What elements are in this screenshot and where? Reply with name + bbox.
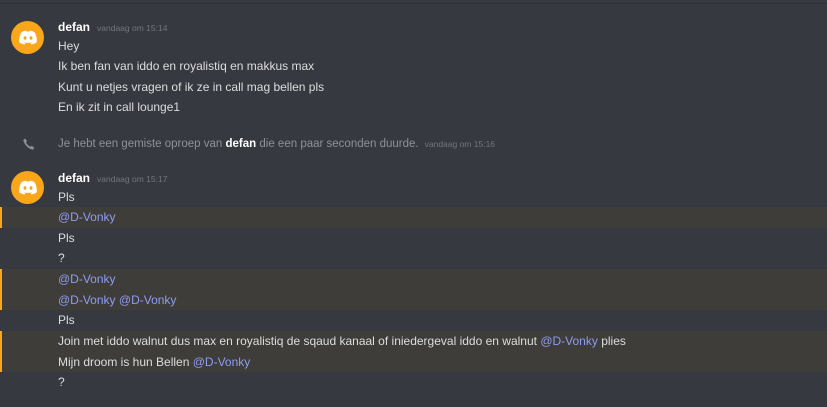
missed-call-suffix: die een paar seconden duurde. <box>259 138 419 150</box>
user-mention[interactable]: @D-Vonky <box>193 355 251 369</box>
timestamp: vandaag om 15:16 <box>424 139 496 149</box>
message-text: ? <box>58 375 65 389</box>
user-mention[interactable]: @D-Vonky <box>58 293 116 307</box>
message-line: Pls <box>0 228 827 249</box>
message-line: ? <box>0 248 827 269</box>
message-text: plies <box>601 334 626 348</box>
phone-missed-icon <box>23 138 35 150</box>
message-line: Pls <box>0 187 827 208</box>
message-text: Pls <box>58 189 75 204</box>
user-mention[interactable]: @D-Vonky <box>119 293 177 307</box>
missed-call-prefix: Je hebt een gemiste oproep van <box>58 138 223 150</box>
user-mention[interactable]: @D-Vonky <box>540 334 598 348</box>
message-text: ? <box>58 251 65 265</box>
message-line: Hey <box>0 36 827 57</box>
message-line: Pls <box>0 310 827 331</box>
user-mention[interactable]: @D-Vonky <box>58 210 116 224</box>
message-line-mentioned: Join met iddo walnut dus max en royalist… <box>0 331 827 352</box>
message-text: Join met iddo walnut dus max en royalist… <box>58 334 537 348</box>
timestamp: vandaag om 15:14 <box>97 23 168 33</box>
message-text: Pls <box>58 230 75 245</box>
message-line-mentioned: @D-Vonky @D-Vonky <box>0 289 827 310</box>
caller-name[interactable]: defan <box>226 138 257 150</box>
user-mention[interactable]: @D-Vonky <box>58 272 116 286</box>
message-text: Mijn droom is hun Bellen <box>58 354 190 369</box>
message-text: Pls <box>58 313 75 327</box>
message-line: En ik zit in call lounge1 <box>0 97 827 118</box>
message-line: Kunt u netjes vragen of ik ze in call ma… <box>0 77 827 98</box>
message-line-mentioned: @D-Vonky <box>0 207 827 228</box>
message-line: ? <box>0 372 827 393</box>
message-line: Ik ben fan van iddo en royalistiq en mak… <box>0 56 827 77</box>
message-text: En ik zit in call lounge1 <box>58 100 181 114</box>
username[interactable]: defan <box>58 20 90 34</box>
timestamp: vandaag om 15:17 <box>97 174 168 184</box>
missed-call-text: Je hebt een gemiste oproep van defan die… <box>58 134 495 154</box>
top-divider <box>0 3 827 4</box>
message-text: Hey <box>58 38 80 53</box>
message-text: Kunt u netjes vragen of ik ze in call ma… <box>58 79 325 94</box>
message-line-mentioned: Mijn droom is hun Bellen @D-Vonky <box>0 351 827 372</box>
message-line-mentioned: @D-Vonky <box>0 269 827 290</box>
missed-call-message: Je hebt een gemiste oproep van defan die… <box>0 134 827 154</box>
username[interactable]: defan <box>58 171 90 185</box>
message-text: Ik ben fan van iddo en royalistiq en mak… <box>58 59 315 73</box>
